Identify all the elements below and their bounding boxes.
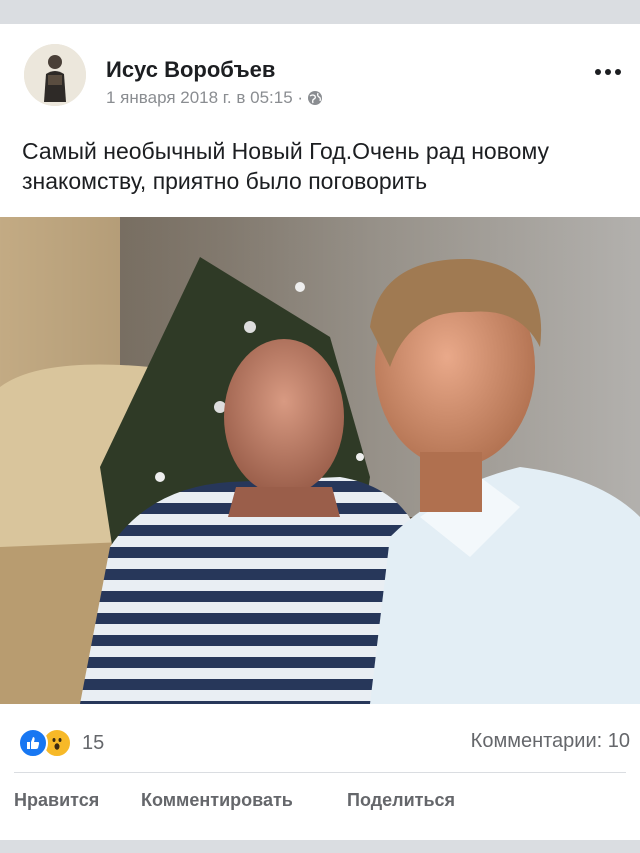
post-text: Самый необычный Новый Год.Очень рад ново… [22,138,550,194]
share-button[interactable]: Поделиться [347,790,455,811]
author-name[interactable]: Исус Воробъев [106,57,275,83]
post-actions: Нравится Комментировать Поделиться [0,790,640,824]
post-stats: 15 Комментарии: 10 [0,716,640,760]
post-meta: 1 января 2018 г. в 05:15 · [106,88,323,108]
post-card: Исус Воробъев 1 января 2018 г. в 05:15 ·… [0,24,640,840]
more-options-icon[interactable] [590,60,626,84]
post-header: Исус Воробъев 1 января 2018 г. в 05:15 · [0,24,640,119]
post-photo[interactable] [0,217,640,704]
post-date[interactable]: 1 января 2018 г. в 05:15 · [106,88,303,108]
divider [14,772,626,773]
globe-icon [307,90,323,106]
comment-button[interactable]: Комментировать [141,790,293,811]
reactions-count: 15 [82,731,105,754]
comments-count[interactable]: Комментарии: 10 [471,730,630,753]
like-reaction-icon [18,728,48,758]
reactions-summary[interactable]: 15 [18,728,104,758]
author-avatar[interactable] [24,44,86,106]
like-button[interactable]: Нравится [14,790,99,811]
